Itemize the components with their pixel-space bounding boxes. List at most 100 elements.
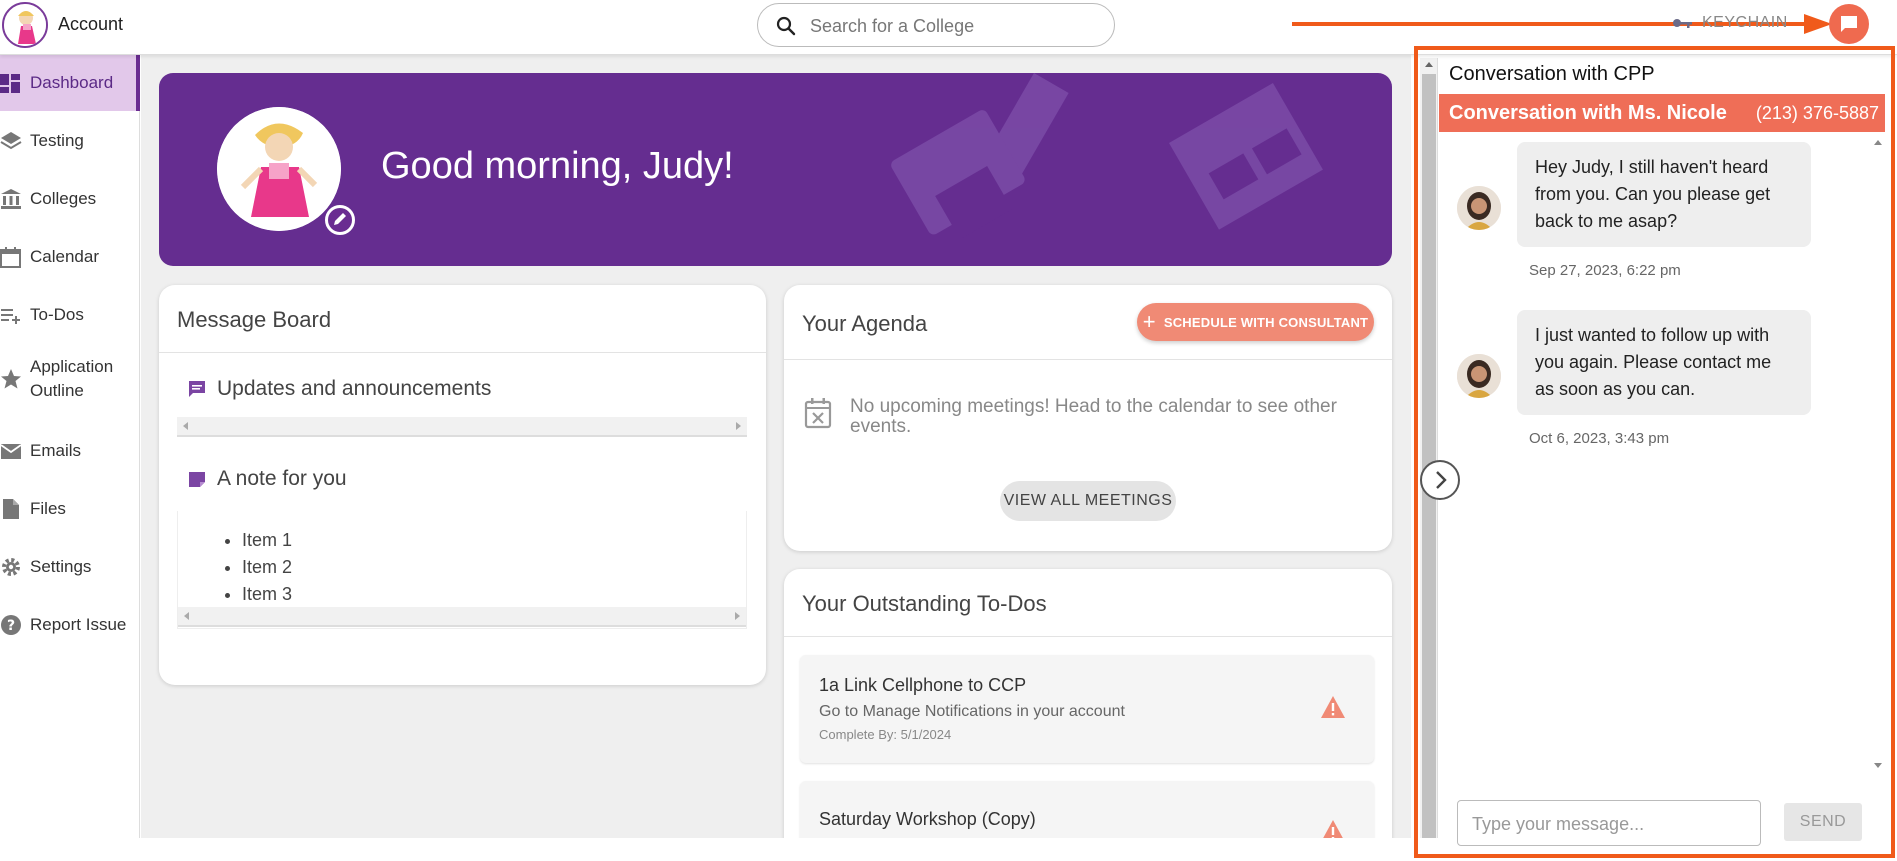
playlist-add-icon <box>1 309 20 324</box>
sidebar-item-label: To-Dos <box>30 305 84 324</box>
gear-icon <box>2 558 20 576</box>
sidebar-item-dashboard[interactable]: Dashboard <box>0 55 140 111</box>
sidebar-item-colleges[interactable]: Colleges <box>0 171 140 227</box>
todos-title: Your Outstanding To-Dos <box>802 591 1047 616</box>
top-bar: Account KEYCHAIN <box>0 0 1897 55</box>
sidebar-item-label: Colleges <box>30 189 97 208</box>
todo-title: Saturday Workshop (Copy) <box>819 809 1036 829</box>
chat-header: Conversation with CPP <box>1439 58 1885 92</box>
message-board-title: Message Board <box>177 307 332 332</box>
profile-avatar[interactable] <box>217 107 341 231</box>
message-timestamp: Oct 6, 2023, 3:43 pm <box>1529 430 1670 447</box>
sidebar-item-testing[interactable]: Testing <box>0 113 140 169</box>
message-board-card: Message Board Updates and announcements … <box>159 285 766 685</box>
main-content: Good morning, Judy! Message Board Update… <box>141 55 1411 859</box>
calendar-icon <box>0 247 21 268</box>
agenda-card: Your Agenda + SCHEDULE WITH CONSULTANT No… <box>784 285 1392 551</box>
chat-panel-scrollbar[interactable] <box>1420 58 1438 838</box>
conversation-name: Conversation with Ms. Nicole <box>1449 102 1727 124</box>
layers-icon <box>0 132 22 150</box>
chat-icon <box>1841 16 1857 32</box>
list-item: Item 3 <box>242 581 292 608</box>
message-list-scrollbar[interactable] <box>1872 132 1885 782</box>
list-item: Item 2 <box>242 554 292 581</box>
view-all-meetings-button[interactable]: VIEW ALL MEETINGS <box>1000 481 1176 521</box>
account-label[interactable]: Account <box>58 14 123 35</box>
pencil-icon <box>334 213 346 225</box>
dashboard-icon <box>0 74 20 93</box>
calendar-cancel-icon <box>804 398 832 429</box>
sidebar-item-label: Application Outline <box>30 357 114 400</box>
svg-text:?: ? <box>7 618 15 634</box>
sidebar-item-label: Settings <box>30 557 92 576</box>
note-content: Item 1 Item 2 Item 3 <box>177 511 747 629</box>
divider <box>784 359 1392 360</box>
welcome-banner: Good morning, Judy! <box>159 73 1392 266</box>
plus-icon: + <box>1142 309 1156 334</box>
message-timestamp: Sep 27, 2023, 6:22 pm <box>1529 262 1681 279</box>
horizontal-scrollbar[interactable] <box>177 417 747 437</box>
collapse-chat-button[interactable] <box>1420 460 1460 500</box>
sidebar-item-report-issue[interactable]: ? Report Issue <box>0 597 140 653</box>
key-icon <box>1673 18 1692 28</box>
user-logo-avatar[interactable] <box>2 2 48 48</box>
sidebar-item-application-outline[interactable]: Application Outline <box>0 349 140 409</box>
star-icon <box>1 369 21 389</box>
college-search[interactable] <box>757 3 1115 47</box>
greeting-heading: Good morning, Judy! <box>381 145 734 187</box>
sticky-note-icon <box>189 472 205 487</box>
list-item: Item 1 <box>242 527 292 554</box>
sidebar-item-files[interactable]: Files <box>0 481 140 537</box>
send-button[interactable]: SEND <box>1784 803 1862 841</box>
edit-avatar-button[interactable] <box>325 205 355 235</box>
consultant-avatar <box>1457 354 1501 398</box>
conversation-bar[interactable]: Conversation with Ms. Nicole (213) 376-5… <box>1439 94 1885 132</box>
keychain-label: KEYCHAIN <box>1702 14 1788 31</box>
updates-heading-text: Updates and announcements <box>217 377 492 400</box>
message-bubble: I just wanted to follow up with you agai… <box>1517 310 1811 415</box>
note-list: Item 1 Item 2 Item 3 <box>242 527 292 608</box>
outstanding-todos-card: Your Outstanding To-Dos 1a Link Cellphon… <box>784 569 1392 859</box>
message-bubble: Hey Judy, I still haven't heard from you… <box>1517 142 1811 247</box>
todo-description: Go to Manage Notifications in your accou… <box>819 703 1125 720</box>
sidebar-item-label: Files <box>30 499 66 518</box>
divider <box>159 352 766 353</box>
consultant-avatar <box>1457 186 1501 230</box>
message-input-box[interactable] <box>1457 800 1761 846</box>
decorative-school-icons <box>891 73 1323 240</box>
updates-heading: Updates and announcements <box>187 377 491 401</box>
todo-item[interactable]: 1a Link Cellphone to CCP Go to Manage No… <box>800 655 1374 763</box>
app-root: Account KEYCHAIN <box>0 0 1897 861</box>
divider <box>784 636 1392 637</box>
message-list: Hey Judy, I still haven't heard from you… <box>1439 132 1872 772</box>
search-input[interactable] <box>810 12 1100 40</box>
help-icon: ? <box>1 615 21 635</box>
open-chat-button[interactable] <box>1829 4 1869 44</box>
mail-icon <box>0 444 22 459</box>
file-icon <box>3 499 19 519</box>
comment-icon <box>189 381 205 397</box>
agenda-title: Your Agenda <box>802 311 928 336</box>
sidebar-item-todos[interactable]: To-Dos <box>0 287 140 343</box>
sidebar-item-label: Calendar <box>30 247 99 266</box>
sidebar-item-settings[interactable]: Settings <box>0 539 140 595</box>
keychain-link[interactable]: KEYCHAIN <box>1672 14 1788 32</box>
schedule-button-label: SCHEDULE WITH CONSULTANT <box>1163 314 1369 330</box>
sidebar: Dashboard Testing Colleges Calendar To-D… <box>0 55 140 838</box>
consultant-phone[interactable]: (213) 376-5887 <box>1756 103 1879 124</box>
sidebar-item-calendar[interactable]: Calendar <box>0 229 140 285</box>
sidebar-item-emails[interactable]: Emails <box>0 423 140 479</box>
sidebar-item-label: Testing <box>30 131 84 150</box>
note-heading: A note for you <box>187 467 347 491</box>
sidebar-item-label: Emails <box>30 441 82 460</box>
schedule-consultant-button[interactable]: + SCHEDULE WITH CONSULTANT <box>1137 303 1374 341</box>
horizontal-scrollbar[interactable] <box>178 607 746 627</box>
search-icon <box>776 16 796 36</box>
sidebar-item-label: Report Issue <box>30 615 127 634</box>
chat-header-title: Conversation with CPP <box>1449 63 1655 85</box>
no-meetings-message: No upcoming meetings! Head to the calend… <box>850 396 1337 437</box>
note-heading-text: A note for you <box>217 467 347 490</box>
message-input[interactable] <box>1472 810 1752 838</box>
bottom-strip <box>0 838 1413 861</box>
warning-icon <box>1321 696 1345 718</box>
